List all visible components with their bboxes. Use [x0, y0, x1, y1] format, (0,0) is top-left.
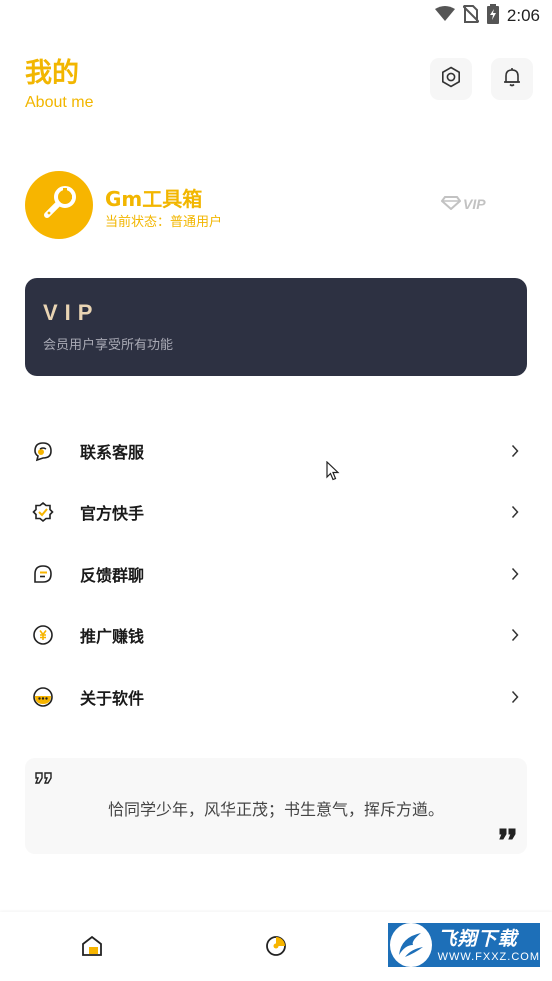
- chevron-right-icon: [511, 690, 519, 704]
- menu-item-feedback-group[interactable]: 反馈群聊: [25, 543, 527, 605]
- battery-charging-icon: [486, 4, 499, 28]
- profile-name: Gm工具箱: [105, 187, 203, 211]
- diamond-icon: [440, 195, 462, 214]
- close-quote-icon: [499, 825, 517, 844]
- chevron-right-icon: [511, 567, 519, 581]
- profile-section[interactable]: Gm工具箱 当前状态：普通用户 VIP: [25, 171, 527, 239]
- nav-stats[interactable]: [263, 935, 289, 961]
- page-subtitle: About me: [25, 94, 94, 111]
- quote-card: 恰同学少年，风华正茂；书生意气，挥斥方遒。: [25, 758, 527, 854]
- vip-badge: VIP: [440, 193, 497, 215]
- status-bar: 2:06: [0, 0, 552, 32]
- pie-chart-icon: [264, 934, 288, 962]
- vip-card-title: VIP: [43, 300, 100, 325]
- menu-item-label: 关于软件: [80, 688, 145, 708]
- chat-bubble-icon: [31, 562, 55, 586]
- watermark: 飞翔下载 WWW.FXXZ.COM: [386, 921, 542, 969]
- mouse-cursor-icon: [326, 460, 340, 485]
- chevron-right-icon: [511, 505, 519, 519]
- page-header: 我的 About me: [25, 56, 93, 112]
- menu-item-about-software[interactable]: 关于软件: [25, 666, 527, 728]
- menu-list: 联系客服 官方快手 反馈群聊 推广赚钱 关于软件: [25, 420, 527, 728]
- watermark-sub-text: WWW.FXXZ.COM: [437, 951, 540, 963]
- vip-card[interactable]: VIP 会员用户享受所有功能: [25, 278, 527, 376]
- vip-badge-label: VIP: [463, 196, 486, 212]
- chevron-right-icon: [511, 444, 519, 458]
- wrench-icon: [39, 183, 79, 227]
- settings-button[interactable]: [430, 58, 472, 100]
- nav-home[interactable]: [79, 935, 105, 961]
- page-title: 我的: [25, 58, 79, 89]
- status-icons: 2:06: [434, 4, 540, 28]
- watermark-main-text: 飞翔下载: [437, 928, 518, 950]
- quote-text: 恰同学少年，风华正茂；书生意气，挥斥方遒。: [107, 800, 444, 819]
- no-sim-icon: [462, 5, 480, 27]
- notification-button[interactable]: [491, 58, 533, 100]
- avatar[interactable]: [25, 171, 93, 239]
- menu-item-label: 官方快手: [80, 504, 145, 524]
- menu-item-label: 联系客服: [80, 442, 145, 462]
- status-time: 2:06: [506, 6, 540, 25]
- wifi-icon: [434, 6, 455, 26]
- vip-card-description: 会员用户享受所有功能: [43, 338, 174, 353]
- home-icon: [80, 934, 104, 962]
- menu-item-label: 推广赚钱: [80, 627, 145, 647]
- info-dots-icon: [31, 685, 55, 709]
- bell-icon: [501, 66, 523, 92]
- chevron-right-icon: [511, 628, 519, 642]
- menu-item-official-kuaishou[interactable]: 官方快手: [25, 482, 527, 544]
- watermark-logo-icon: [390, 923, 432, 967]
- yen-coin-icon: [31, 623, 55, 647]
- badge-check-icon: [31, 500, 55, 524]
- settings-icon: [440, 66, 462, 92]
- menu-item-label: 反馈群聊: [80, 565, 145, 585]
- menu-item-contact-service[interactable]: 联系客服: [25, 420, 527, 482]
- profile-status: 当前状态：普通用户: [105, 215, 223, 230]
- open-quote-icon: [34, 769, 53, 788]
- menu-item-promote-earn[interactable]: 推广赚钱: [25, 605, 527, 667]
- customer-service-icon: [31, 439, 55, 463]
